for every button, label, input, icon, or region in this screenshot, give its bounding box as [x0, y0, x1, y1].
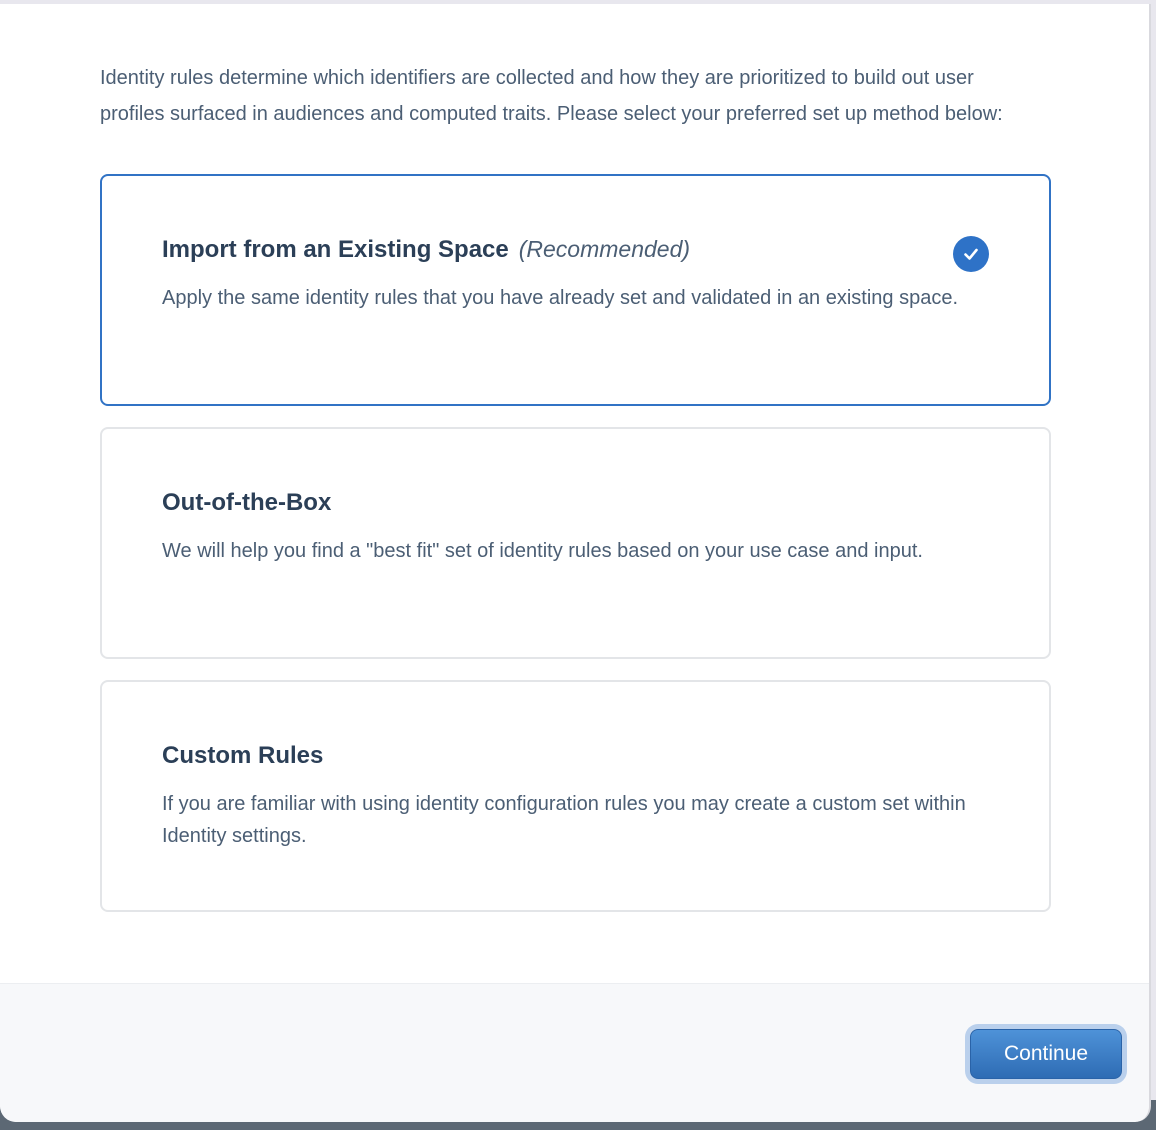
selected-indicator	[953, 236, 989, 272]
option-description: We will help you find a "best fit" set o…	[162, 535, 989, 567]
option-title: Import from an Existing Space	[162, 234, 509, 266]
option-title-row: Custom Rules	[162, 740, 989, 772]
option-description: If you are familiar with using identity …	[162, 788, 989, 852]
option-title-row: Out-of-the-Box	[162, 487, 989, 519]
option-card-custom-rules[interactable]: Custom Rules If you are familiar with us…	[100, 680, 1051, 912]
screen: Identity rules determine which identifie…	[0, 0, 1156, 1130]
modal-body: Identity rules determine which identifie…	[0, 4, 1149, 983]
option-card-out-of-the-box[interactable]: Out-of-the-Box We will help you find a "…	[100, 427, 1051, 659]
option-title: Out-of-the-Box	[162, 487, 331, 519]
continue-button[interactable]: Continue	[970, 1029, 1122, 1079]
intro-text: Identity rules determine which identifie…	[100, 60, 1040, 132]
option-card-import-existing-space[interactable]: Import from an Existing Space (Recommend…	[100, 174, 1051, 406]
option-title: Custom Rules	[162, 740, 323, 772]
option-title-row: Import from an Existing Space (Recommend…	[162, 234, 989, 266]
identity-setup-modal: Identity rules determine which identifie…	[0, 4, 1151, 1122]
modal-footer: Continue	[0, 983, 1149, 1122]
recommended-badge: (Recommended)	[519, 236, 690, 263]
check-icon	[961, 244, 981, 264]
option-description: Apply the same identity rules that you h…	[162, 282, 989, 314]
